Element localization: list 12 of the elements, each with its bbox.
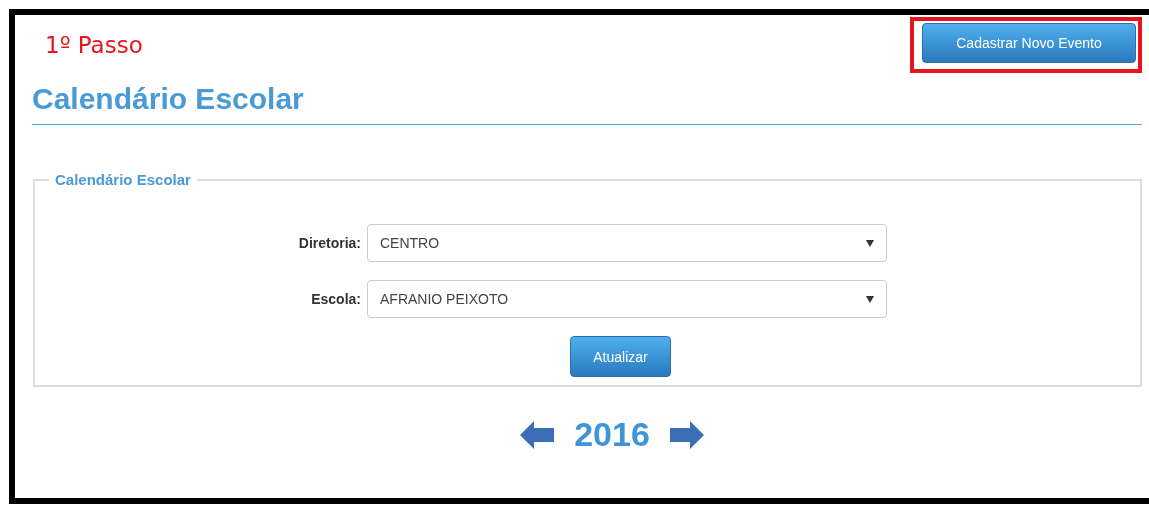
- field-label: Diretoria:: [297, 235, 362, 251]
- step-label: 1º Passo: [45, 31, 143, 58]
- select-field[interactable]: AFRANIO PEIXOTO: [367, 280, 887, 318]
- field-label: Escola:: [310, 291, 362, 307]
- page-title: Calendário Escolar: [32, 82, 1142, 125]
- select-field[interactable]: CENTRO: [367, 224, 887, 262]
- caret-icon: [866, 295, 874, 303]
- panel-legend: Calendário Escolar: [49, 171, 197, 188]
- year-label: 2016: [574, 415, 650, 454]
- arrow-right-icon[interactable]: [667, 419, 704, 450]
- arrow-left-icon[interactable]: [520, 419, 557, 450]
- caret-icon: [866, 239, 874, 247]
